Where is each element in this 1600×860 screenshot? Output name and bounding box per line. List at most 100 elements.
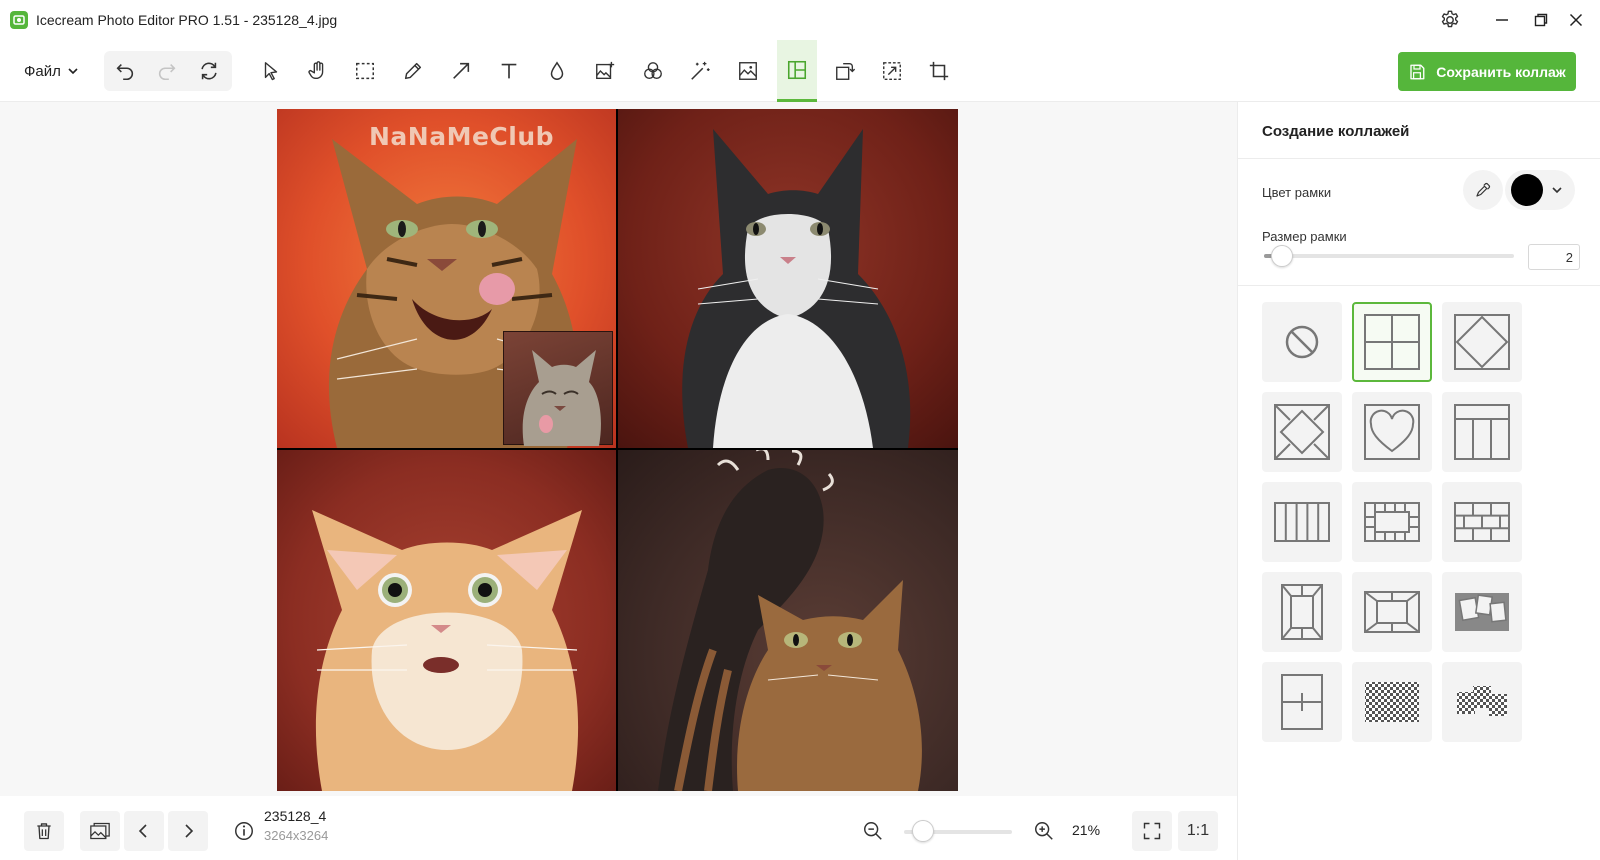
rotate-tool[interactable] [825, 51, 865, 91]
delete-button[interactable] [24, 811, 64, 851]
portrait-frame-icon [1281, 584, 1323, 640]
layout-heart[interactable] [1352, 392, 1432, 472]
ginger-cat-photo [312, 510, 582, 791]
layout-bricks[interactable] [1442, 482, 1522, 562]
border-color-label: Цвет рамки [1262, 185, 1332, 200]
cursor-arrow-icon [264, 62, 278, 81]
fit-to-screen-button[interactable] [1132, 811, 1172, 851]
trash-icon [37, 823, 51, 840]
collage-cell-3[interactable] [277, 450, 616, 791]
layout-none[interactable] [1262, 302, 1342, 382]
status-bar: 235128_4 3264x3264 21% 1:1 [0, 796, 1237, 860]
pan-tool[interactable] [298, 51, 338, 91]
panel-title: Создание коллажей [1262, 123, 1410, 140]
crop-icon [929, 61, 949, 81]
redo-button[interactable] [146, 51, 188, 91]
undo-icon [116, 64, 134, 81]
zoom-level: 21% [1072, 822, 1101, 838]
file-info-button[interactable] [224, 811, 264, 851]
layout-vertical-strips[interactable] [1262, 482, 1342, 562]
layout-landscape-frame[interactable] [1352, 572, 1432, 652]
floppy-disk-icon [1410, 64, 1425, 79]
layout-header-columns[interactable] [1442, 392, 1522, 472]
layout-split-vertical[interactable] [1262, 662, 1342, 742]
border-size-slider-handle[interactable] [1271, 245, 1293, 267]
hand-icon [308, 61, 324, 80]
chevron-right-icon [185, 824, 194, 838]
chevron-left-icon [138, 824, 147, 838]
previous-image-button[interactable] [124, 811, 164, 851]
eyedropper-button[interactable] [1463, 170, 1503, 210]
layout-frame-border[interactable] [1352, 482, 1432, 562]
restore-button[interactable] [1521, 6, 1561, 34]
paw-cat-photo [658, 450, 922, 791]
layout-diamond-center[interactable] [1262, 392, 1342, 472]
border-size-slider-track[interactable] [1264, 254, 1514, 258]
history-group [104, 51, 232, 91]
image-frame-icon [739, 62, 757, 80]
eyedropper-icon [1476, 182, 1491, 197]
layout-grid-2x2[interactable] [1352, 302, 1432, 382]
border-size-input[interactable] [1528, 244, 1580, 270]
chevron-down-icon [1552, 187, 1562, 194]
zoom-in-button[interactable] [1024, 811, 1064, 851]
collage-cell-2[interactable] [618, 109, 958, 448]
close-button[interactable] [1556, 6, 1596, 34]
images-icon [90, 822, 110, 840]
save-collage-button[interactable]: Сохранить коллаж [1398, 52, 1576, 91]
fullscreen-icon [1143, 822, 1161, 840]
layout-checker-scattered[interactable] [1442, 662, 1522, 742]
arrow-tool[interactable] [441, 51, 481, 91]
zoom-out-button[interactable] [853, 811, 893, 851]
canvas-area[interactable]: NaNaMeClub [0, 102, 1237, 796]
border-color-picker[interactable] [1505, 170, 1575, 210]
collage-preview[interactable]: NaNaMeClub [277, 109, 958, 791]
frame-border-icon [1364, 502, 1420, 542]
gear-icon [1441, 10, 1459, 28]
reset-button[interactable] [188, 51, 230, 91]
magic-tool[interactable] [680, 51, 720, 91]
blur-tool[interactable] [537, 51, 577, 91]
black-white-cat-photo [682, 129, 911, 448]
landscape-frame-icon [1364, 591, 1420, 633]
filters-tool[interactable] [633, 51, 673, 91]
collage-cell-1[interactable]: NaNaMeClub [277, 109, 616, 448]
layout-scattered[interactable] [1442, 572, 1522, 652]
rect-select-tool[interactable] [345, 51, 385, 91]
settings-button[interactable] [1430, 6, 1470, 34]
text-tool[interactable] [489, 51, 529, 91]
collage-tool[interactable] [777, 40, 817, 102]
insert-image-tool[interactable] [585, 51, 625, 91]
collage-cell-4[interactable] [618, 450, 958, 791]
draw-tool[interactable] [393, 51, 433, 91]
title-bar: Icecream Photo Editor PRO 1.51 - 235128_… [0, 0, 1600, 40]
scale-tool[interactable] [872, 51, 912, 91]
toolbar: Файл Сохранить коллаж [0, 40, 1600, 102]
split-vertical-icon [1281, 674, 1323, 730]
resize-tool[interactable] [728, 51, 768, 91]
layout-diamond[interactable] [1442, 302, 1522, 382]
layout-checker-full[interactable] [1352, 662, 1432, 742]
add-image-icon [596, 61, 615, 80]
text-icon [501, 63, 517, 79]
layout-portrait-frame[interactable] [1262, 572, 1342, 652]
zoom-slider-handle[interactable] [912, 820, 934, 842]
save-collage-label: Сохранить коллаж [1436, 63, 1566, 80]
select-tool[interactable] [251, 51, 291, 91]
chevron-down-icon [68, 68, 78, 75]
gallery-button[interactable] [80, 811, 120, 851]
zoom-in-icon [1035, 822, 1053, 840]
minimize-button[interactable] [1482, 6, 1522, 34]
header-columns-icon [1454, 404, 1510, 460]
border-color-swatch [1511, 174, 1543, 206]
panel-divider [1238, 285, 1600, 286]
next-image-button[interactable] [168, 811, 208, 851]
panel-divider [1238, 158, 1600, 159]
undo-button[interactable] [104, 51, 146, 91]
inset-photo[interactable] [503, 331, 613, 446]
window-title: Icecream Photo Editor PRO 1.51 - 235128_… [36, 12, 338, 28]
file-menu-button[interactable]: Файл [16, 56, 87, 86]
app-logo-icon [10, 11, 28, 29]
crop-tool[interactable] [919, 51, 959, 91]
actual-size-button[interactable]: 1:1 [1178, 811, 1218, 851]
